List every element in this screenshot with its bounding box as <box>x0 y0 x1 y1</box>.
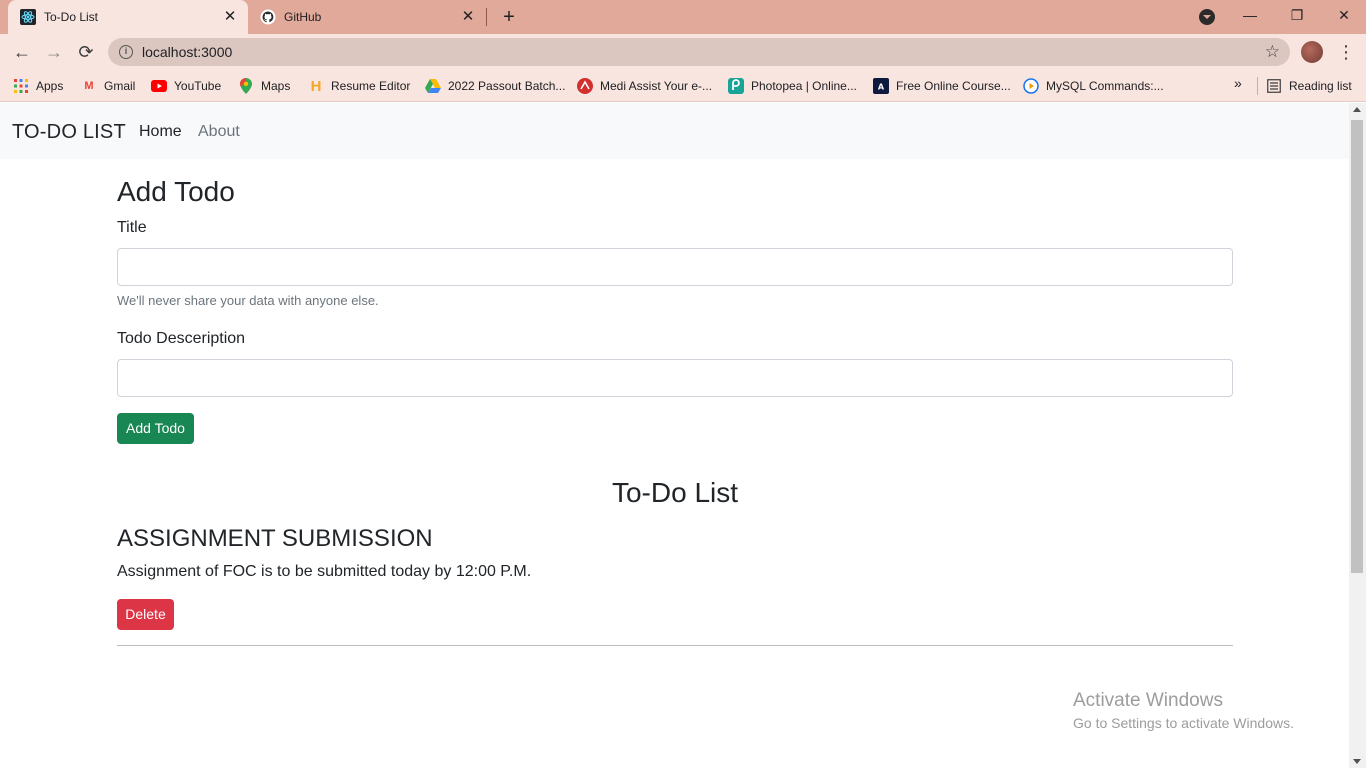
reload-icon[interactable]: ⟳ <box>74 40 98 64</box>
close-tab-icon[interactable]: ✕ <box>460 9 476 25</box>
courses-icon: A <box>873 78 889 94</box>
chrome-menu-icon[interactable]: ⋮ <box>1337 40 1355 64</box>
tab-github[interactable]: GitHub ✕ <box>250 0 486 34</box>
bookmark-passout-batch[interactable]: 2022 Passout Batch... <box>425 76 565 96</box>
nav-home-link[interactable]: Home <box>139 123 182 141</box>
youtube-icon <box>151 78 167 94</box>
restore-icon[interactable]: ❐ <box>1286 4 1308 26</box>
close-tab-icon[interactable]: ✕ <box>222 9 238 25</box>
profile-avatar[interactable] <box>1301 41 1323 63</box>
bookmarks-bar: Apps M Gmail YouTube Maps H Resume Edito… <box>0 70 1366 102</box>
page-scrollbar[interactable] <box>1349 103 1366 768</box>
tab-title: GitHub <box>284 10 322 24</box>
description-label: Todo Desceription <box>117 330 246 347</box>
gmail-icon: M <box>84 80 94 92</box>
bookmark-free-courses[interactable]: A Free Online Course... <box>873 76 1011 96</box>
bookmark-label: Apps <box>36 79 64 93</box>
svg-text:A: A <box>878 83 885 92</box>
bookmark-youtube[interactable]: YouTube <box>151 76 221 96</box>
bookmark-label: Free Online Course... <box>896 79 1011 93</box>
reading-list-icon <box>1266 78 1282 94</box>
reading-list-label: Reading list <box>1289 79 1352 93</box>
bookmarks-divider <box>1257 77 1258 95</box>
forward-arrow-icon[interactable]: → <box>42 40 66 64</box>
more-bookmarks-chevron[interactable]: » <box>1234 75 1242 91</box>
bookmark-mysql[interactable]: MySQL Commands:... <box>1023 76 1164 96</box>
scroll-down-arrow-icon[interactable] <box>1353 759 1361 764</box>
todo-item-description: Assignment of FOC is to be submitted tod… <box>117 563 532 580</box>
bookmark-label: Maps <box>261 79 291 93</box>
bookmark-label: Medi Assist Your e-... <box>600 79 713 93</box>
bookmark-maps[interactable]: Maps <box>238 76 290 96</box>
new-tab-plus-icon[interactable]: + <box>499 7 519 27</box>
medi-assist-icon <box>577 78 593 94</box>
browser-toolbar: ← → ⟳ i localhost:3000 ☆ ⋮ <box>0 34 1366 70</box>
maps-icon <box>238 78 254 94</box>
description-input[interactable] <box>117 359 1233 397</box>
title-input[interactable] <box>117 248 1233 286</box>
scroll-up-arrow-icon[interactable] <box>1353 107 1361 112</box>
delete-todo-button[interactable]: Delete <box>117 599 174 630</box>
bookmark-label: MySQL Commands:... <box>1046 79 1164 93</box>
bookmark-label: 2022 Passout Batch... <box>448 79 566 93</box>
app-brand[interactable]: TO-DO LIST <box>12 121 126 144</box>
minimize-icon[interactable]: ― <box>1239 4 1261 26</box>
github-icon <box>260 9 276 25</box>
add-todo-button[interactable]: Add Todo <box>117 413 194 444</box>
mysql-icon <box>1023 78 1039 94</box>
app-navbar: TO-DO LIST Home About <box>0 103 1349 159</box>
reading-list-button[interactable]: Reading list <box>1266 76 1352 96</box>
apps-grid-icon <box>13 78 29 94</box>
address-url: localhost:3000 <box>142 44 233 60</box>
watermark-title: Activate Windows <box>1073 690 1223 711</box>
photopea-icon <box>728 78 744 94</box>
site-info-icon[interactable]: i <box>119 45 133 59</box>
watermark-subtitle: Go to Settings to activate Windows. <box>1073 715 1294 731</box>
todo-divider <box>117 645 1233 646</box>
tab-search-icon[interactable] <box>1199 9 1215 25</box>
add-todo-heading: Add Todo <box>117 176 235 207</box>
bookmark-medi-assist[interactable]: Medi Assist Your e-... <box>577 76 712 96</box>
resume-icon: H <box>310 77 322 95</box>
react-icon <box>20 9 36 25</box>
title-help-text: We'll never share your data with anyone … <box>117 293 379 308</box>
title-label: Title <box>117 219 147 236</box>
drive-icon <box>425 78 441 94</box>
nav-about-link[interactable]: About <box>198 123 240 141</box>
bookmark-photopea[interactable]: Photopea | Online... <box>728 76 857 96</box>
tab-separator <box>486 8 487 26</box>
activate-windows-watermark: Activate Windows Go to Settings to activ… <box>1073 689 1294 733</box>
bookmark-label: Gmail <box>104 79 136 93</box>
browser-tabstrip: To-Do List ✕ GitHub ✕ + ― ❐ ✕ <box>0 0 1366 34</box>
bookmark-apps[interactable]: Apps <box>13 76 63 96</box>
back-arrow-icon[interactable]: ← <box>10 40 34 64</box>
window-close-icon[interactable]: ✕ <box>1333 4 1355 26</box>
tab-todo-list[interactable]: To-Do List ✕ <box>8 0 248 34</box>
address-bar[interactable]: i localhost:3000 ☆ <box>108 38 1290 66</box>
scrollbar-thumb[interactable] <box>1351 120 1363 573</box>
bookmark-resume-editor[interactable]: H Resume Editor <box>308 76 411 96</box>
todo-item-title: ASSIGNMENT SUBMISSION <box>117 525 433 552</box>
todo-list-heading: To-Do List <box>611 477 739 508</box>
bookmark-label: YouTube <box>174 79 222 93</box>
bookmark-star-icon[interactable]: ☆ <box>1265 42 1280 62</box>
tab-title: To-Do List <box>44 10 99 24</box>
bookmark-gmail[interactable]: M Gmail <box>81 76 135 96</box>
bookmark-label: Photopea | Online... <box>751 79 857 93</box>
bookmark-label: Resume Editor <box>331 79 411 93</box>
